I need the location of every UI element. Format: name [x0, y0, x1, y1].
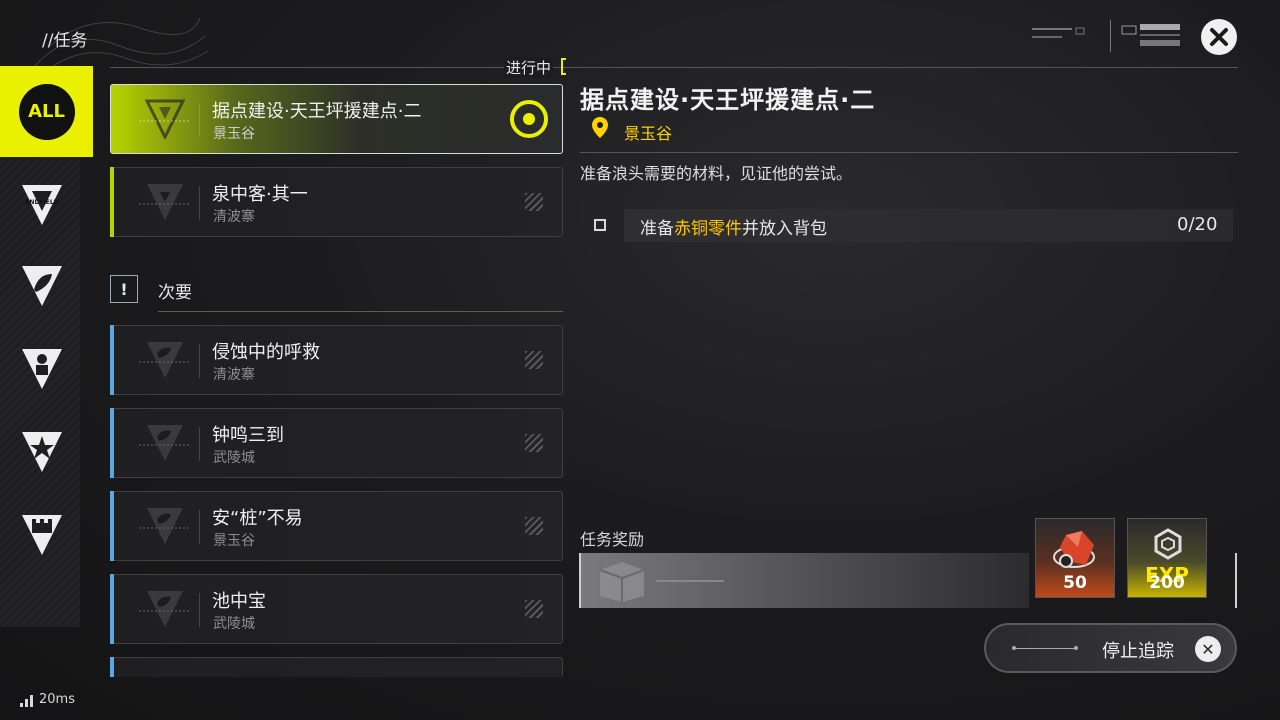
hatch-decoration	[525, 193, 543, 211]
close-button[interactable]	[1201, 19, 1237, 55]
endfield-logo-text: ENDFIELD	[25, 199, 58, 206]
quest-card[interactable]: 钟鸣三到 武陵城	[110, 408, 563, 478]
objective-prefix: 准备	[640, 219, 674, 239]
quest-location: 武陵城	[213, 616, 255, 632]
signal-icon	[20, 695, 33, 707]
breadcrumb: //任务	[42, 31, 88, 51]
sidebar-tab-star[interactable]	[18, 428, 66, 476]
objective-checkbox-icon	[594, 219, 606, 231]
detail-divider	[580, 152, 1238, 153]
rewards-banner-edge	[1235, 553, 1237, 608]
quest-card[interactable]: 泉中客·其一 清波寨	[110, 167, 563, 237]
card-separator	[199, 186, 200, 220]
quest-card[interactable]: 池中宝 武陵城	[110, 574, 563, 644]
hud-decoration	[1032, 20, 1180, 52]
quest-type-bar	[110, 657, 114, 677]
supply-crate-icon	[599, 562, 645, 602]
quest-type-icon	[139, 425, 191, 461]
quest-type-bar	[110, 408, 114, 478]
sidebar-tab-endfield[interactable]: ENDFIELD	[18, 181, 66, 229]
section-divider	[158, 311, 563, 312]
button-decoration-line	[1012, 646, 1078, 650]
section-bracket-mark	[561, 58, 566, 75]
quest-title: 安“桩”不易	[212, 508, 303, 529]
objective-suffix: 并放入背包	[742, 219, 827, 239]
hatch-decoration	[525, 600, 543, 618]
quest-title: 钟鸣三到	[212, 425, 284, 446]
reward-quantity: 200	[1149, 573, 1185, 593]
section-divider	[110, 67, 1238, 68]
objective-highlight: 赤铜零件	[674, 219, 742, 239]
close-icon: ✕	[1195, 636, 1221, 662]
quest-card-active[interactable]: 据点建设·天王坪援建点·二 景玉谷	[110, 84, 563, 154]
quest-card-partial[interactable]	[110, 657, 563, 677]
detail-title: 据点建设·天王坪援建点·二	[580, 86, 876, 114]
quest-title: 泉中客·其一	[212, 184, 308, 205]
hatch-decoration	[525, 351, 543, 369]
close-icon	[1210, 28, 1228, 46]
section-title-in-progress: 进行中	[504, 57, 554, 78]
rewards-title: 任务奖励	[580, 530, 645, 549]
quest-location: 武陵城	[213, 450, 255, 466]
reward-item-exp[interactable]: EXP 200	[1127, 518, 1207, 598]
quest-card[interactable]: 安“桩”不易 景玉谷	[110, 491, 563, 561]
quest-card[interactable]: 侵蚀中的呼救 清波寨	[110, 325, 563, 395]
reward-arrow-line	[656, 580, 724, 582]
quest-type-icon	[139, 508, 191, 544]
detail-description: 准备浪头需要的材料，见证他的尝试。	[580, 164, 853, 183]
quest-title: 池中宝	[212, 591, 266, 612]
quest-type-icon	[139, 99, 191, 139]
quest-type-icon	[139, 591, 191, 627]
exp-icon	[1154, 528, 1182, 560]
sidebar-tab-all-label: ALL	[18, 83, 75, 140]
hatch-decoration	[525, 434, 543, 452]
section-title-secondary: 次要	[158, 283, 192, 303]
quest-location: 景玉谷	[213, 126, 255, 142]
sidebar-tab-castle[interactable]	[18, 511, 66, 559]
stop-tracking-button[interactable]: 停止追踪 ✕	[984, 623, 1237, 673]
quest-title: 据点建设·天王坪援建点·二	[212, 101, 422, 122]
quest-type-icon	[139, 342, 191, 378]
reward-quantity: 50	[1063, 573, 1087, 593]
hatch-decoration	[525, 517, 543, 535]
quest-location: 清波寨	[213, 209, 255, 225]
ping-value: 20ms	[39, 692, 75, 707]
objective-text: 准备赤铜零件并放入背包	[640, 214, 827, 239]
crystal-icon	[1053, 531, 1095, 568]
card-separator	[199, 510, 200, 544]
quest-type-bar	[110, 167, 114, 237]
card-separator	[199, 103, 200, 137]
quest-location: 景玉谷	[213, 533, 255, 549]
quest-type-bar	[110, 325, 114, 395]
sidebar-tab-person[interactable]	[18, 345, 66, 393]
card-separator	[199, 427, 200, 461]
card-separator	[199, 593, 200, 627]
tracking-indicator-icon[interactable]	[510, 100, 548, 138]
secondary-section-icon: !	[110, 275, 138, 303]
sidebar-tab-all[interactable]: ALL	[0, 66, 93, 157]
sidebar-tab-leaf[interactable]	[18, 262, 66, 310]
quest-type-bar	[110, 491, 114, 561]
stop-tracking-label: 停止追踪	[1102, 641, 1174, 662]
detail-location: 景玉谷	[624, 124, 673, 143]
quest-type-bar	[110, 574, 114, 644]
reward-item-crystal[interactable]: 50	[1035, 518, 1115, 598]
quest-type-icon	[139, 184, 191, 220]
location-pin-icon	[592, 117, 608, 138]
objective-progress: 0/20	[1177, 214, 1218, 235]
network-status: 20ms	[20, 692, 75, 707]
quest-title: 侵蚀中的呼救	[212, 342, 320, 363]
quest-location: 清波寨	[213, 367, 255, 383]
card-separator	[199, 344, 200, 378]
